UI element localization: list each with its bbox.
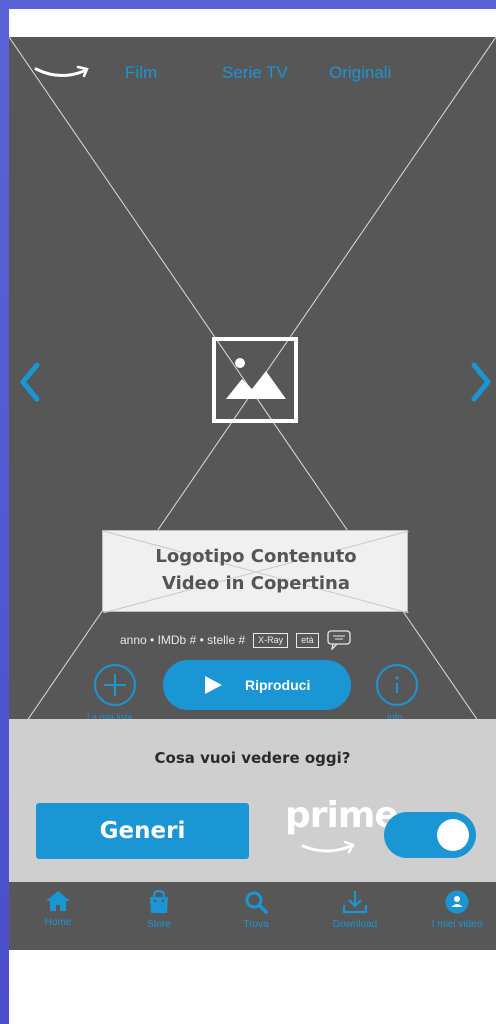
age-rating-badge: età xyxy=(296,632,319,648)
info-icon xyxy=(395,676,399,693)
bottom-tab-search-label: Trova xyxy=(243,919,269,930)
bottom-navigation: Home Store Trova Download I miei video xyxy=(9,882,496,950)
chevron-right-icon[interactable] xyxy=(466,357,496,407)
xray-badge: X-Ray xyxy=(253,632,289,648)
discover-question: Cosa vuoi vedere oggi? xyxy=(154,749,351,767)
search-icon xyxy=(245,891,268,914)
nav-tab-serie-tv[interactable]: Serie TV xyxy=(222,63,288,83)
play-icon xyxy=(205,676,222,694)
app-screen: Film Serie TV Originali Logotipo Contenu… xyxy=(9,9,496,1024)
bottom-tab-my-videos-label: I miei video xyxy=(431,919,483,930)
nav-tab-originali[interactable]: Originali xyxy=(329,63,391,83)
chevron-left-icon[interactable] xyxy=(15,357,45,407)
prime-only-toggle[interactable] xyxy=(384,812,476,858)
content-logo-placeholder: Logotipo Contenuto Video in Copertina xyxy=(102,530,409,613)
genres-button[interactable]: Generi xyxy=(36,803,249,859)
content-metadata: anno • IMDb # • stelle # X-Ray età xyxy=(120,630,351,650)
bottom-tab-home[interactable]: Home xyxy=(18,890,98,928)
download-icon xyxy=(342,891,368,914)
logo-placeholder-text: Logotipo Contenuto Video in Copertina xyxy=(155,546,357,594)
info-button[interactable] xyxy=(376,664,418,706)
user-icon xyxy=(445,890,469,914)
add-to-list-button[interactable] xyxy=(94,664,136,706)
discover-panel: Cosa vuoi vedere oggi? Generi prime xyxy=(9,719,496,882)
play-button-label: Riproduci xyxy=(245,677,311,693)
toggle-knob xyxy=(437,819,469,851)
bottom-tab-search[interactable]: Trova xyxy=(216,890,296,930)
bottom-tab-download[interactable]: Download xyxy=(315,890,395,930)
bottom-tab-store-label: Store xyxy=(147,919,171,930)
bottom-tab-home-label: Home xyxy=(44,917,72,928)
top-navigation: Film Serie TV Originali xyxy=(9,57,496,97)
amazon-smile-logo[interactable] xyxy=(34,63,92,81)
plus-icon xyxy=(104,674,126,696)
bag-icon xyxy=(150,890,168,913)
bottom-tab-download-label: Download xyxy=(332,919,378,930)
prime-smile-icon xyxy=(301,840,355,854)
nav-tab-film[interactable]: Film xyxy=(125,63,157,83)
metadata-text: anno • IMDb # • stelle # xyxy=(120,633,246,647)
bottom-tab-my-videos[interactable]: I miei video xyxy=(417,890,496,930)
home-icon xyxy=(46,891,70,911)
subtitles-icon xyxy=(327,630,351,650)
play-button[interactable]: Riproduci xyxy=(163,660,351,710)
hero-banner[interactable]: Film Serie TV Originali Logotipo Contenu… xyxy=(9,37,496,747)
image-placeholder-icon xyxy=(212,337,298,423)
bottom-tab-store[interactable]: Store xyxy=(119,890,199,930)
